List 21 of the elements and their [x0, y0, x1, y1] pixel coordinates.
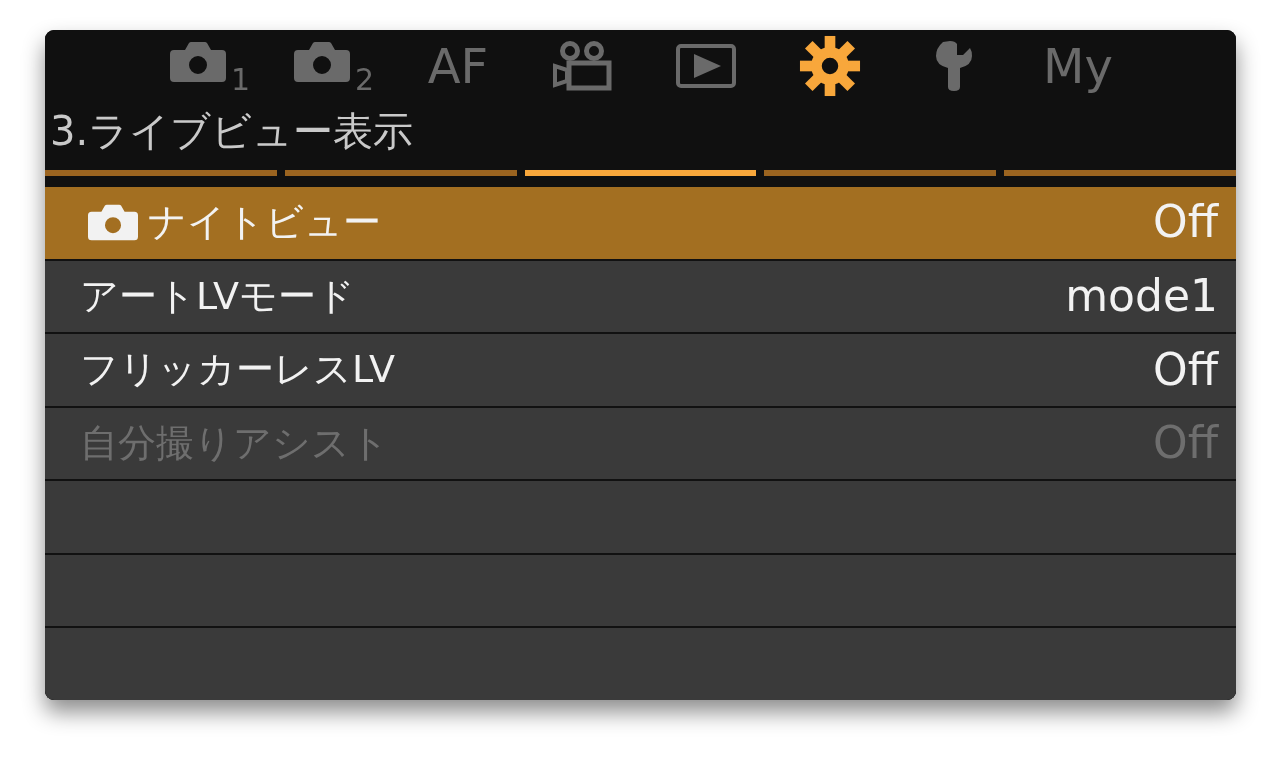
camera-icon [88, 204, 138, 242]
camera-icon [169, 42, 226, 82]
settings-icon [798, 35, 862, 97]
menu-item[interactable]: フリッカーレスLV Off [45, 334, 1236, 406]
wrench-icon [934, 40, 974, 92]
menu-tab[interactable]: My [1016, 35, 1140, 97]
setting-label: フリッカーレスLV [80, 347, 395, 393]
menu-title: 3.ライブビュー表示 [49, 107, 415, 156]
menu-tab[interactable]: 1 [148, 35, 272, 97]
setting-value: Off [1153, 343, 1218, 397]
setting-value: mode1 [1065, 269, 1218, 323]
setting-value: Off [1153, 196, 1218, 250]
setting-label: アートLVモード [80, 273, 355, 320]
playback-icon [676, 44, 736, 88]
menu-tab[interactable]: 2 [272, 35, 396, 97]
menu-item[interactable]: アートLVモード mode1 [45, 260, 1236, 333]
menu-item[interactable]: ナイトビュー Off [45, 187, 1236, 259]
movie-camera-icon [552, 41, 612, 91]
menu-tab[interactable]: AF [396, 35, 520, 97]
setting-label: ナイトビュー [148, 200, 381, 246]
camera-icon [293, 42, 350, 82]
